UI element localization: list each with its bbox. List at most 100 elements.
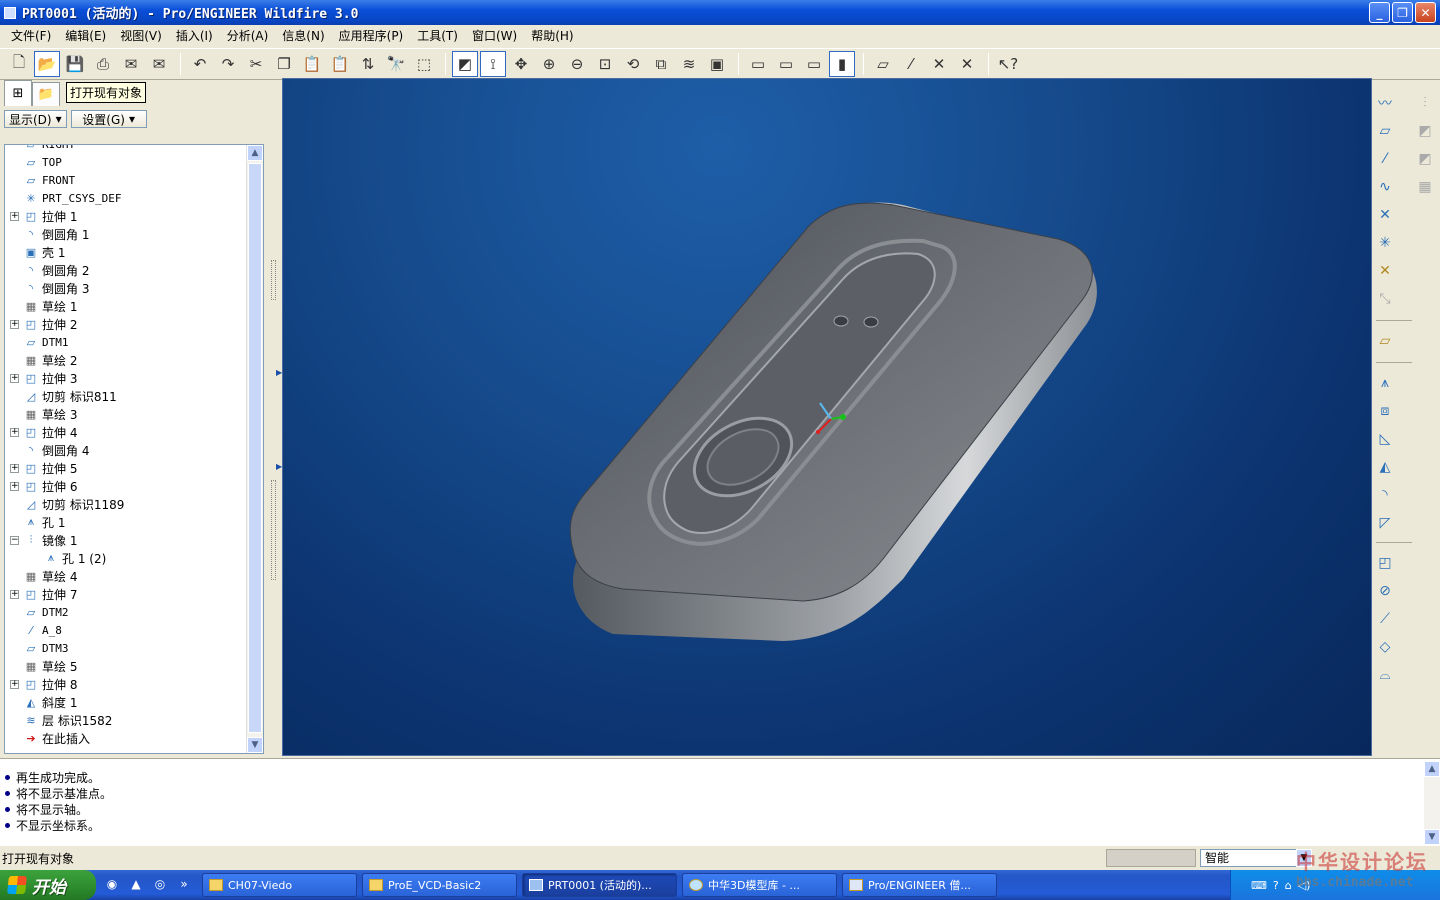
tree-item[interactable]: ▣ 壳 1	[5, 243, 247, 261]
datum-axes-display-icon[interactable]: ⁄	[898, 51, 924, 77]
blend-tool-icon[interactable]: ◇	[1374, 636, 1396, 658]
menu-edit[interactable]: 编辑(E)	[58, 25, 113, 47]
media-player-icon[interactable]: ◉	[104, 876, 120, 892]
orient-mode-icon[interactable]: ✥	[508, 51, 534, 77]
save-icon[interactable]: 💾	[62, 51, 88, 77]
scroll-thumb[interactable]	[248, 163, 262, 733]
datum-axis-tool-icon[interactable]: ⁄	[1374, 148, 1396, 170]
scroll-up-icon[interactable]: ▲	[1424, 761, 1440, 777]
menu-analysis[interactable]: 分析(A)	[220, 25, 276, 47]
scroll-up-icon[interactable]: ▲	[247, 145, 263, 161]
round-tool-icon[interactable]: ◝	[1374, 484, 1396, 506]
tree-item[interactable]: ⩚ 孔 1 (2)	[5, 549, 247, 567]
chevron-right-icon[interactable]: »	[176, 876, 192, 892]
tree-item[interactable]: ◝ 倒圆角 2	[5, 261, 247, 279]
tree-item[interactable]: ▦ 草绘 5	[5, 657, 247, 675]
datum-points-display-icon[interactable]: ✕	[926, 51, 952, 77]
undo-icon[interactable]: ↶	[187, 51, 213, 77]
expand-icon[interactable]: +	[10, 427, 19, 437]
tree-item[interactable]: ▱ TOP	[5, 153, 247, 171]
tree-item[interactable]: + ◰ 拉伸 3	[5, 369, 247, 387]
expand-icon[interactable]: +	[10, 463, 19, 473]
redo-icon[interactable]: ↷	[215, 51, 241, 77]
tree-item[interactable]: + ◰ 拉伸 5	[5, 459, 247, 477]
expand-icon[interactable]: +	[10, 481, 19, 491]
tree-item[interactable]: ▦ 草绘 2	[5, 351, 247, 369]
menu-applications[interactable]: 应用程序(P)	[332, 25, 411, 47]
csys-display-icon[interactable]: ✕	[954, 51, 980, 77]
tree-item[interactable]: + ◰ 拉伸 7	[5, 585, 247, 603]
tree-item[interactable]: + ◰ 拉伸 1	[5, 207, 247, 225]
selection-filter[interactable]: 智能	[1200, 849, 1298, 867]
graphics-window[interactable]	[282, 78, 1372, 756]
tree-item[interactable]: ▱ DTM3	[5, 639, 247, 657]
tree-item[interactable]: ◝ 倒圆角 1	[5, 225, 247, 243]
settings-button[interactable]: 设置(G) ▾	[70, 110, 147, 128]
analysis-feature-icon[interactable]: ✕	[1374, 260, 1396, 282]
pattern-tool-icon[interactable]: ▦	[1414, 176, 1436, 198]
panel-splitter[interactable]: ▶ ▶	[268, 80, 282, 756]
datum-curve-tool-icon[interactable]: ∿	[1374, 176, 1396, 198]
tree-item[interactable]: ▱ DTM1	[5, 333, 247, 351]
zoom-in-icon[interactable]: ⊕	[536, 51, 562, 77]
tree-item[interactable]: + ◰ 拉伸 4	[5, 423, 247, 441]
taskbar-item[interactable]: Pro/ENGINEER 僧...	[842, 873, 997, 897]
start-button[interactable]: 开始	[0, 870, 96, 900]
paste-special-icon[interactable]: 📋	[327, 51, 353, 77]
hole-tool-icon[interactable]: ⩚	[1374, 372, 1396, 394]
sketch-tool-icon[interactable]: 〰	[1374, 92, 1396, 114]
expand-icon[interactable]: +	[10, 679, 19, 689]
expand-icon[interactable]: +	[10, 589, 19, 599]
find-icon[interactable]: 🔭	[383, 51, 409, 77]
input-method-icon[interactable]: ⌂	[1285, 879, 1292, 892]
menu-help[interactable]: 帮助(H)	[524, 25, 580, 47]
saved-views-icon[interactable]: ⧉	[648, 51, 674, 77]
refit-icon[interactable]: ⊡	[592, 51, 618, 77]
tree-item[interactable]: ▱ FRONT	[5, 171, 247, 189]
volume-icon[interactable]: ◁)	[1298, 879, 1311, 892]
context-help-icon[interactable]: ↖?	[995, 51, 1021, 77]
shell-tool-icon[interactable]: ⧈	[1374, 400, 1396, 422]
tree-item[interactable]: ≋ 层 标识1582	[5, 711, 247, 729]
hidden-line-icon[interactable]: ▭	[773, 51, 799, 77]
chevron-down-icon[interactable]: ▼	[1296, 849, 1312, 867]
tree-item[interactable]: ▦ 草绘 3	[5, 405, 247, 423]
cut-icon[interactable]: ✂	[243, 51, 269, 77]
collapse-icon[interactable]: −	[10, 535, 19, 545]
copy-icon[interactable]: ❐	[271, 51, 297, 77]
select-box-icon[interactable]: ⬚	[411, 51, 437, 77]
csys-tool-icon[interactable]: ✳	[1374, 232, 1396, 254]
tree-item[interactable]: + ◰ 拉伸 2	[5, 315, 247, 333]
scroll-down-icon[interactable]: ▼	[247, 737, 263, 753]
extrude-tool-icon[interactable]: ◰	[1374, 552, 1396, 574]
splitter-handle[interactable]	[271, 480, 276, 580]
maximize-button[interactable]: ❐	[1392, 2, 1413, 23]
variable-sweep-icon[interactable]: ⟋	[1374, 608, 1396, 630]
tree-item[interactable]: ◭ 斜度 1	[5, 693, 247, 711]
taskbar-item[interactable]: CH07-Viedo	[202, 873, 357, 897]
message-scrollbar[interactable]: ▲ ▼	[1424, 761, 1440, 845]
menu-window[interactable]: 窗口(W)	[465, 25, 524, 47]
tree-item[interactable]: ◝ 倒圆角 4	[5, 441, 247, 459]
layers-icon[interactable]: ≋	[676, 51, 702, 77]
repaint-icon[interactable]: ◩	[452, 51, 478, 77]
scroll-down-icon[interactable]: ▼	[1424, 829, 1440, 845]
tree-item[interactable]: ◝ 倒圆角 3	[5, 279, 247, 297]
email-icon[interactable]: ✉	[118, 51, 144, 77]
no-hidden-icon[interactable]: ▭	[801, 51, 827, 77]
view-manager-icon[interactable]: ▣	[704, 51, 730, 77]
spin-center-icon[interactable]: ⟟	[480, 51, 506, 77]
tree-item[interactable]: ◿ 切剪 标识811	[5, 387, 247, 405]
mirror-tool-icon[interactable]: ⫶	[1414, 92, 1436, 114]
rib-tool-icon[interactable]: ◺	[1374, 428, 1396, 450]
tree-item[interactable]: ➔ 在此插入	[5, 729, 247, 747]
email-link-icon[interactable]: ✉	[146, 51, 172, 77]
datum-planes-display-icon[interactable]: ▱	[870, 51, 896, 77]
print-icon[interactable]: ⎙	[90, 51, 116, 77]
draft-tool-icon[interactable]: ◭	[1374, 456, 1396, 478]
expand-icon[interactable]: +	[10, 211, 19, 221]
tree-item[interactable]: + ◰ 拉伸 8	[5, 675, 247, 693]
menu-insert[interactable]: 插入(I)	[169, 25, 220, 47]
datum-point-tool-icon[interactable]: ✕	[1374, 204, 1396, 226]
taskbar-item[interactable]: ProE_VCD-Basic2	[362, 873, 517, 897]
